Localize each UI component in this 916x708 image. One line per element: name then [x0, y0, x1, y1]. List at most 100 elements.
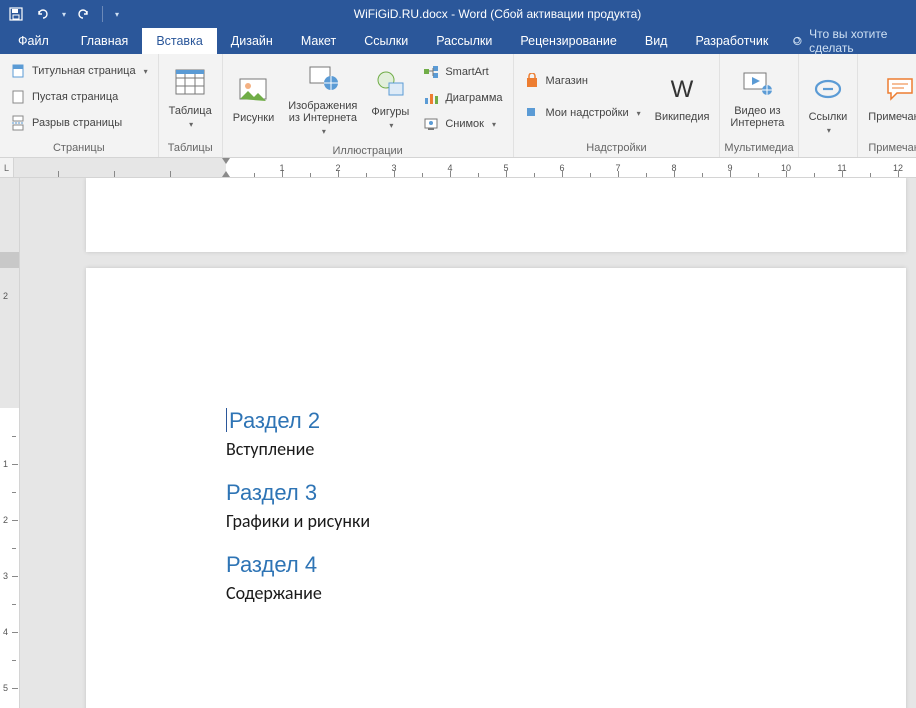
online-video-label: Видео из Интернета: [730, 105, 784, 129]
table-label: Таблица: [169, 105, 212, 117]
pictures-icon: [235, 72, 271, 108]
tab-insert[interactable]: Вставка: [142, 28, 216, 54]
smartart-label: SmartArt: [445, 66, 488, 78]
store-label: Магазин: [546, 75, 588, 87]
tab-design[interactable]: Дизайн: [217, 28, 287, 54]
pictures-button[interactable]: Рисунки: [229, 70, 279, 126]
group-illustrations: Рисунки Изображения из Интернета ▾ Фигур…: [223, 54, 514, 157]
links-icon: [810, 71, 846, 107]
tab-references[interactable]: Ссылки: [350, 28, 422, 54]
online-pictures-label: Изображения из Интернета: [288, 100, 357, 124]
screenshot-icon: [423, 116, 439, 132]
group-pages: Титульная страница▾ Пустая страница Разр…: [0, 54, 159, 157]
links-label: Ссылки: [809, 111, 848, 123]
group-links: Ссылки ▾: [799, 54, 859, 157]
screenshot-label: Снимок: [445, 118, 484, 130]
tab-developer[interactable]: Разработчик: [681, 28, 782, 54]
shapes-label: Фигуры: [371, 106, 409, 118]
tab-selector[interactable]: L: [0, 158, 14, 177]
store-icon: [524, 73, 540, 89]
save-icon[interactable]: [8, 6, 24, 22]
smartart-button[interactable]: SmartArt: [419, 61, 506, 83]
screenshot-button[interactable]: Снимок ▾: [419, 113, 506, 135]
blank-page-button[interactable]: Пустая страница: [6, 86, 152, 108]
section-block: Раздел 3 Графики и рисунки: [226, 480, 906, 532]
page-previous-tail: [86, 178, 906, 252]
body-text[interactable]: Графики и рисунки: [226, 510, 906, 532]
section-block: Раздел 4 Содержание: [226, 552, 906, 604]
section-block: Раздел 2 Вступление: [226, 408, 906, 460]
group-pages-label: Страницы: [0, 140, 158, 157]
wikipedia-icon: W: [664, 71, 700, 107]
group-media: Видео из Интернета Мультимедиа: [720, 54, 798, 157]
chevron-down-icon: ▾: [637, 109, 641, 118]
chevron-down-icon: ▾: [389, 122, 393, 131]
body-text[interactable]: Вступление: [226, 438, 906, 460]
group-comments: Примечание Примечания: [858, 54, 916, 157]
cover-page-icon: [10, 63, 26, 79]
online-video-button[interactable]: Видео из Интернета: [726, 63, 788, 131]
wikipedia-label: Википедия: [655, 111, 710, 123]
heading[interactable]: Раздел 4: [226, 552, 906, 578]
online-pictures-button[interactable]: Изображения из Интернета ▾: [284, 58, 361, 139]
table-button[interactable]: Таблица ▾: [165, 63, 216, 132]
chart-label: Диаграмма: [445, 92, 502, 104]
chevron-down-icon: ▾: [189, 121, 193, 130]
page-break-button[interactable]: Разрыв страницы: [6, 112, 152, 134]
pictures-label: Рисунки: [233, 112, 275, 124]
cover-page-label: Титульная страница: [32, 65, 136, 77]
group-links-label: [799, 152, 858, 157]
title-bar: ▾ ▾ WiFiGiD.RU.docx - Word (Сбой активац…: [0, 0, 916, 28]
cover-page-button[interactable]: Титульная страница▾: [6, 60, 152, 82]
group-tables: Таблица ▾ Таблицы: [159, 54, 223, 157]
my-addins-button[interactable]: Мои надстройки ▾: [520, 102, 645, 124]
chart-button[interactable]: Диаграмма: [419, 87, 506, 109]
body-text[interactable]: Содержание: [226, 582, 906, 604]
online-pictures-icon: [305, 60, 341, 96]
ribbon-tabs: Файл Главная Вставка Дизайн Макет Ссылки…: [0, 28, 916, 54]
tab-file[interactable]: Файл: [0, 28, 67, 54]
chevron-down-icon: ▾: [322, 128, 326, 137]
heading[interactable]: Раздел 2: [226, 408, 906, 434]
window-title: WiFiGiD.RU.docx - Word (Сбой активации п…: [119, 7, 876, 21]
my-addins-label: Мои надстройки: [546, 107, 629, 119]
group-comments-label: Примечания: [858, 140, 916, 157]
links-button[interactable]: Ссылки ▾: [805, 69, 852, 138]
tab-layout[interactable]: Макет: [287, 28, 350, 54]
addins-icon: [524, 105, 540, 121]
tab-home[interactable]: Главная: [67, 28, 143, 54]
tab-review[interactable]: Рецензирование: [506, 28, 631, 54]
comment-icon: [882, 71, 916, 107]
comment-label: Примечание: [868, 111, 916, 123]
chart-icon: [423, 90, 439, 106]
document-canvas[interactable]: Раздел 2 Вступление Раздел 3 Графики и р…: [20, 178, 916, 708]
redo-icon[interactable]: [76, 6, 92, 22]
smartart-icon: [423, 64, 439, 80]
page-break-label: Разрыв страницы: [32, 117, 122, 129]
heading[interactable]: Раздел 3: [226, 480, 906, 506]
vertical-ruler[interactable]: 212345: [0, 178, 20, 708]
shapes-button[interactable]: Фигуры ▾: [367, 64, 413, 133]
document-area: 212345 Раздел 2 Вступление Раздел 3 Граф…: [0, 178, 916, 708]
page[interactable]: Раздел 2 Вступление Раздел 3 Графики и р…: [86, 268, 906, 708]
chevron-down-icon: ▾: [827, 127, 831, 136]
blank-page-icon: [10, 89, 26, 105]
quick-access-toolbar: ▾ ▾: [0, 6, 119, 22]
undo-icon[interactable]: [34, 6, 50, 22]
table-icon: [172, 65, 208, 101]
group-addins: Магазин Мои надстройки▾ W Википедия Надс…: [514, 54, 721, 157]
online-video-icon: [739, 65, 775, 101]
horizontal-ruler[interactable]: L 123456789101112: [0, 158, 916, 178]
undo-dropdown-icon[interactable]: ▾: [62, 10, 66, 19]
group-media-label: Мультимедиа: [720, 140, 797, 157]
page-break-icon: [10, 115, 26, 131]
svg-text:W: W: [671, 76, 694, 103]
ribbon: Титульная страница▾ Пустая страница Разр…: [0, 54, 916, 158]
comment-button[interactable]: Примечание: [864, 69, 916, 125]
chevron-down-icon: ▾: [492, 120, 496, 129]
tell-me-search[interactable]: Что вы хотите сделать: [782, 28, 916, 54]
tab-mailings[interactable]: Рассылки: [422, 28, 506, 54]
tab-view[interactable]: Вид: [631, 28, 682, 54]
wikipedia-button[interactable]: W Википедия: [651, 69, 714, 125]
store-button[interactable]: Магазин: [520, 70, 645, 92]
